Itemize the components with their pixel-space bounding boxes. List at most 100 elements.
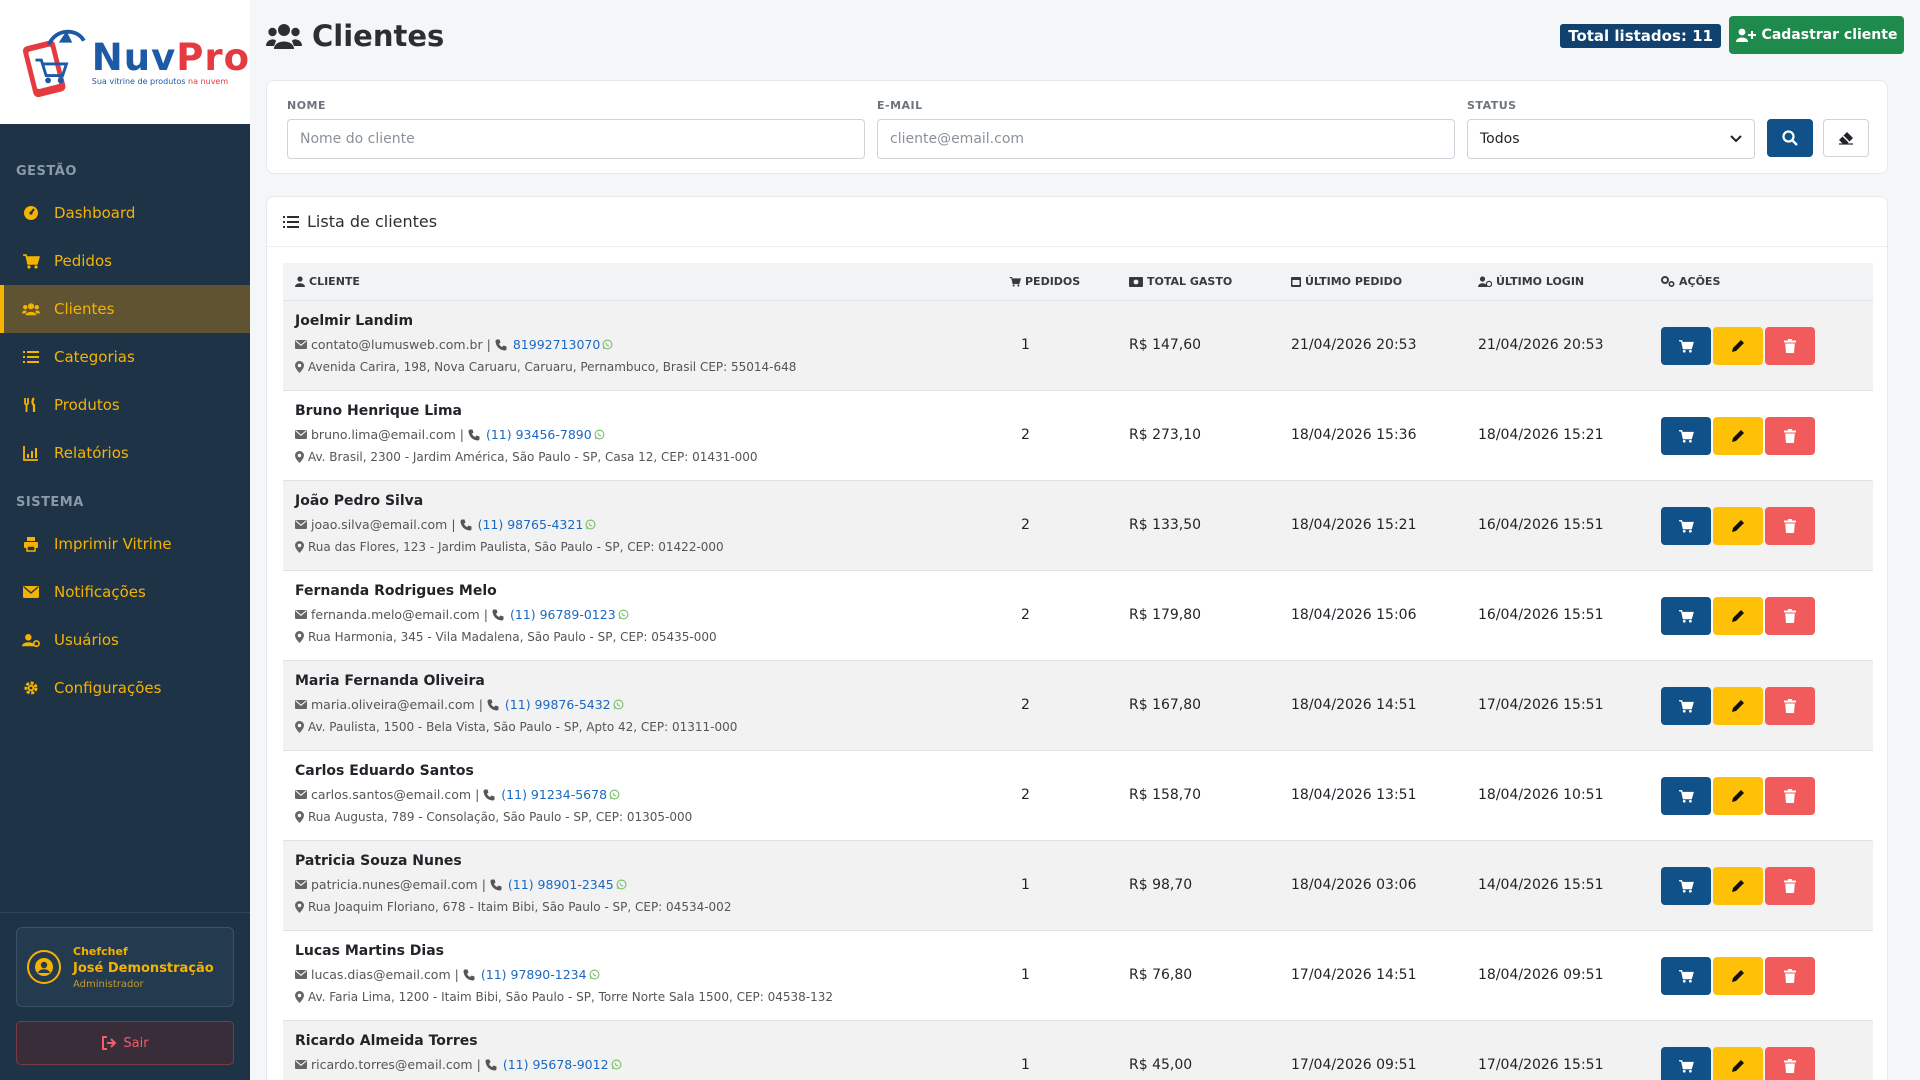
- col-pedidos[interactable]: PEDIDOS: [1009, 275, 1080, 288]
- col-cliente[interactable]: CLIENTE: [295, 275, 360, 288]
- sidebar-item-configuracoes[interactable]: Configurações: [0, 664, 250, 712]
- view-orders-button[interactable]: [1661, 1047, 1711, 1080]
- print-icon: [22, 535, 40, 553]
- edit-button[interactable]: [1713, 957, 1763, 995]
- client-phone[interactable]: 81992713070: [513, 337, 600, 352]
- view-orders-button[interactable]: [1661, 957, 1711, 995]
- col-ultimo-login[interactable]: ÚLTIMO LOGIN: [1478, 275, 1584, 288]
- view-orders-button[interactable]: [1661, 867, 1711, 905]
- client-email[interactable]: joao.silva@email.com: [311, 517, 447, 532]
- client-phone[interactable]: (11) 98901-2345: [508, 877, 614, 892]
- client-phone[interactable]: (11) 97890-1234: [481, 967, 587, 982]
- edit-button[interactable]: [1713, 687, 1763, 725]
- sidebar-item-produtos[interactable]: Produtos: [0, 381, 250, 429]
- client-phone[interactable]: (11) 98765-4321: [478, 517, 584, 532]
- view-orders-button[interactable]: [1661, 507, 1711, 545]
- status-select[interactable]: Todos: [1467, 119, 1755, 159]
- edit-button[interactable]: [1713, 867, 1763, 905]
- email-filter-input[interactable]: [877, 119, 1455, 159]
- delete-button[interactable]: [1765, 507, 1815, 545]
- delete-button[interactable]: [1765, 687, 1815, 725]
- client-name[interactable]: Ricardo Almeida Torres: [295, 1033, 478, 1049]
- client-phone[interactable]: (11) 99876-5432: [505, 697, 611, 712]
- client-email[interactable]: maria.oliveira@email.com: [311, 697, 475, 712]
- separator: |: [459, 427, 464, 442]
- add-client-label: Cadastrar cliente: [1761, 27, 1898, 43]
- client-email[interactable]: bruno.lima@email.com: [311, 427, 456, 442]
- client-name[interactable]: Carlos Eduardo Santos: [295, 763, 474, 779]
- edit-button[interactable]: [1713, 507, 1763, 545]
- client-phone[interactable]: (11) 91234-5678: [501, 787, 607, 802]
- delete-button[interactable]: [1765, 597, 1815, 635]
- sidebar-item-usuarios[interactable]: Usuários: [0, 616, 250, 664]
- delete-button[interactable]: [1765, 1047, 1815, 1080]
- client-name[interactable]: Maria Fernanda Oliveira: [295, 673, 485, 689]
- edit-button[interactable]: [1713, 327, 1763, 365]
- sidebar-item-pedidos[interactable]: Pedidos: [0, 237, 250, 285]
- view-orders-button[interactable]: [1661, 327, 1711, 365]
- client-email[interactable]: ricardo.torres@email.com: [311, 1057, 473, 1072]
- whatsapp-icon[interactable]: [594, 429, 605, 440]
- edit-button[interactable]: [1713, 777, 1763, 815]
- client-email[interactable]: contato@lumusweb.com.br: [311, 337, 483, 352]
- client-name[interactable]: Fernanda Rodrigues Melo: [295, 583, 497, 599]
- delete-button[interactable]: [1765, 417, 1815, 455]
- whatsapp-icon[interactable]: [611, 1059, 622, 1070]
- delete-button[interactable]: [1765, 867, 1815, 905]
- client-name[interactable]: Joelmir Landim: [295, 313, 413, 329]
- sidebar-item-relatorios[interactable]: Relatórios: [0, 429, 250, 477]
- delete-button[interactable]: [1765, 327, 1815, 365]
- edit-button[interactable]: [1713, 1047, 1763, 1080]
- whatsapp-icon[interactable]: [613, 699, 624, 710]
- whatsapp-icon[interactable]: [618, 609, 629, 620]
- user-icon: [295, 276, 305, 287]
- client-email[interactable]: patricia.nunes@email.com: [311, 877, 478, 892]
- client-name[interactable]: Patricia Souza Nunes: [295, 853, 462, 869]
- sidebar-item-categorias[interactable]: Categorias: [0, 333, 250, 381]
- envelope-icon: [295, 430, 307, 439]
- sidebar-item-clientes[interactable]: Clientes: [0, 285, 250, 333]
- client-name[interactable]: João Pedro Silva: [295, 493, 423, 509]
- client-email[interactable]: lucas.dias@email.com: [311, 967, 451, 982]
- delete-button[interactable]: [1765, 957, 1815, 995]
- user-card[interactable]: Chefchef José Demonstração Administrador: [16, 927, 234, 1007]
- row-actions: [1661, 507, 1817, 545]
- client-email[interactable]: fernanda.melo@email.com: [311, 607, 480, 622]
- whatsapp-icon[interactable]: [602, 339, 613, 350]
- add-client-button[interactable]: Cadastrar cliente: [1729, 16, 1904, 54]
- sidebar-item-dashboard[interactable]: Dashboard: [0, 189, 250, 237]
- whatsapp-icon[interactable]: [589, 969, 600, 980]
- client-name[interactable]: Bruno Henrique Lima: [295, 403, 462, 419]
- client-last-order: 17/04/2026 09:51: [1291, 1057, 1417, 1073]
- sidebar-item-imprimir-vitrine[interactable]: Imprimir Vitrine: [0, 520, 250, 568]
- sidebar-item-notificacoes[interactable]: Notificações: [0, 568, 250, 616]
- edit-button[interactable]: [1713, 597, 1763, 635]
- table-row: Joelmir Landim contato@lumusweb.com.br |…: [283, 301, 1873, 391]
- client-name[interactable]: Lucas Martins Dias: [295, 943, 444, 959]
- col-cliente-label: CLIENTE: [309, 275, 360, 288]
- col-ultimo-pedido[interactable]: ÚLTIMO PEDIDO: [1291, 275, 1402, 288]
- search-button[interactable]: [1767, 119, 1813, 157]
- whatsapp-icon[interactable]: [609, 789, 620, 800]
- client-phone[interactable]: (11) 95678-9012: [503, 1057, 609, 1072]
- row-actions: [1661, 957, 1817, 995]
- whatsapp-icon[interactable]: [616, 879, 627, 890]
- view-orders-button[interactable]: [1661, 417, 1711, 455]
- name-filter-input[interactable]: [287, 119, 865, 159]
- clear-filters-button[interactable]: [1823, 119, 1869, 157]
- trash-icon: [1784, 609, 1796, 623]
- whatsapp-icon[interactable]: [585, 519, 596, 530]
- view-orders-button[interactable]: [1661, 777, 1711, 815]
- edit-button[interactable]: [1713, 417, 1763, 455]
- logo[interactable]: NuvPro Sua vitrine de produtos na nuvem: [0, 0, 250, 124]
- view-orders-button[interactable]: [1661, 597, 1711, 635]
- delete-button[interactable]: [1765, 777, 1815, 815]
- client-email[interactable]: carlos.santos@email.com: [311, 787, 471, 802]
- logout-button[interactable]: Sair: [16, 1021, 234, 1065]
- client-phone[interactable]: (11) 96789-0123: [510, 607, 616, 622]
- client-phone[interactable]: (11) 93456-7890: [486, 427, 592, 442]
- col-total-gasto[interactable]: TOTAL GASTO: [1129, 275, 1232, 288]
- view-orders-button[interactable]: [1661, 687, 1711, 725]
- user-plus-icon: [1735, 28, 1756, 42]
- status-filter-label: STATUS: [1467, 99, 1517, 112]
